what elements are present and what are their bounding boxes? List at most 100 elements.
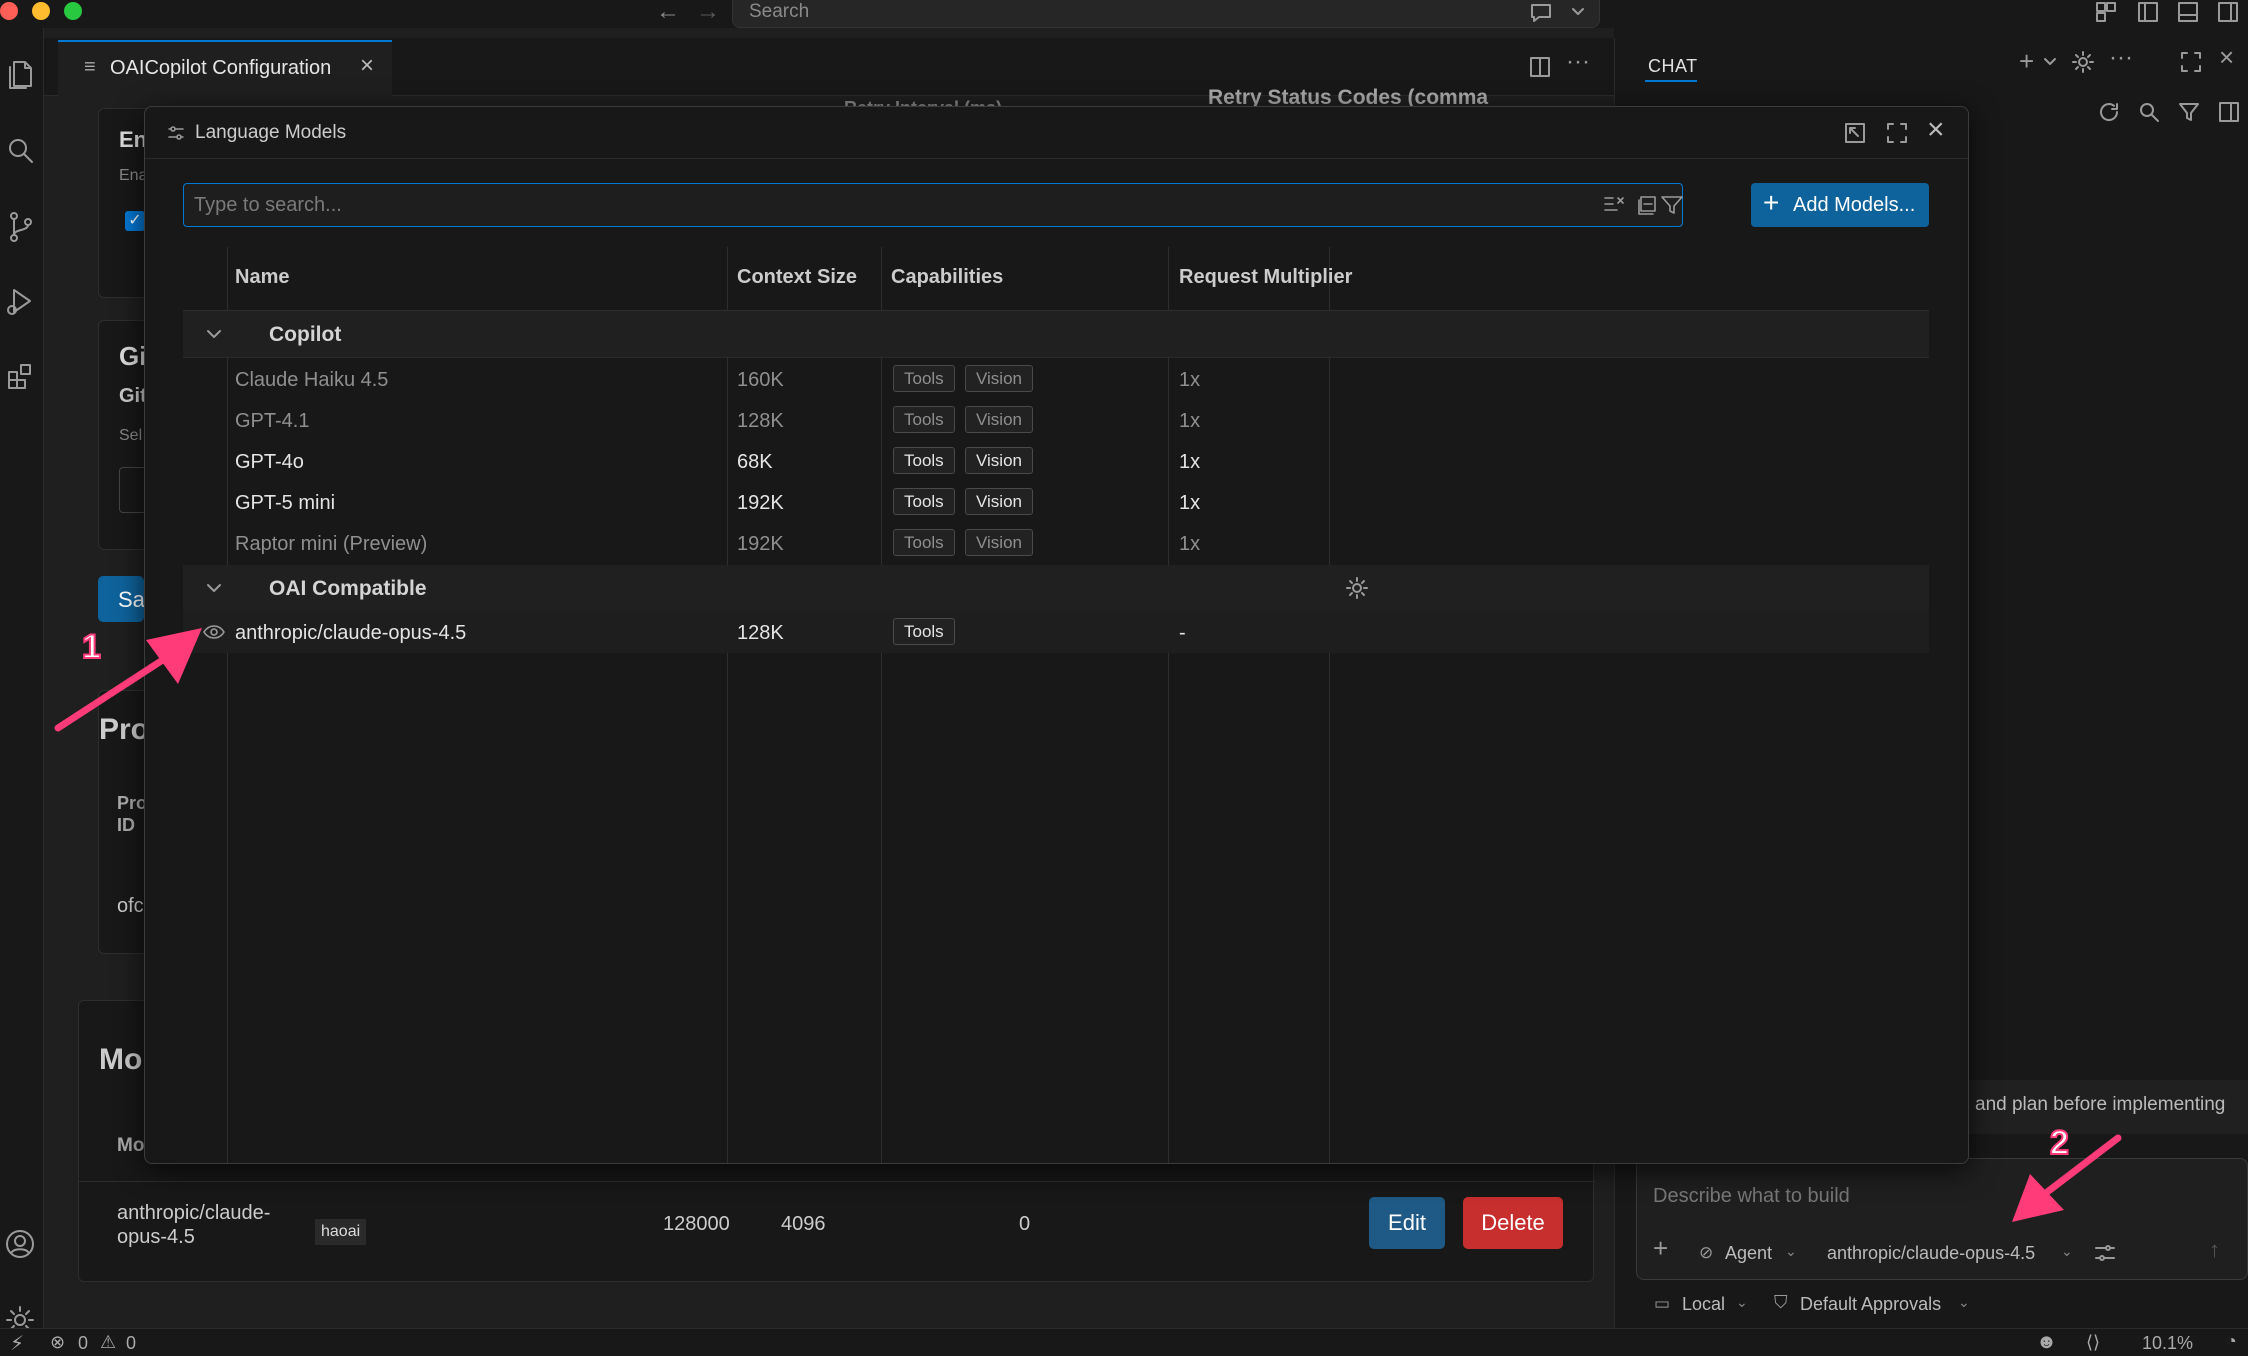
group-row-oai-compatible[interactable]: OAI Compatible <box>183 565 1929 611</box>
close-chat-icon[interactable]: × <box>2219 42 2234 73</box>
explorer-icon[interactable] <box>6 58 36 92</box>
chevron-down-icon[interactable] <box>1571 6 1585 18</box>
warnings-icon: ⚠ <box>100 1332 117 1352</box>
collapse-all-icon[interactable] <box>1636 194 1660 216</box>
value-cell: 0 <box>1019 1213 1031 1235</box>
model-search-input[interactable] <box>194 190 1574 220</box>
customize-layout-icon[interactable] <box>2094 0 2118 24</box>
monitor-icon: ▭ <box>1654 1294 1671 1313</box>
open-in-editor-icon[interactable] <box>1843 121 1867 145</box>
model-name: GPT-4o <box>235 451 304 473</box>
maximize-icon[interactable] <box>2179 50 2203 74</box>
search-icon[interactable] <box>2137 100 2161 124</box>
minimize-window-button[interactable] <box>32 2 50 20</box>
enable-checkbox[interactable]: ✓ <box>125 211 145 231</box>
close-dialog-icon[interactable]: × <box>1927 113 1945 147</box>
table-row[interactable]: anthropic/claude-opus-4.5 128K Tools - <box>183 611 1929 653</box>
card-heading-clip: En <box>119 127 148 152</box>
model-picker[interactable]: anthropic/claude-opus-4.5 <box>1827 1243 2035 1264</box>
new-chat-icon[interactable]: + <box>2019 46 2034 77</box>
add-models-label: Add Models... <box>1793 194 1916 216</box>
provider-col-clip: Pro <box>117 793 148 813</box>
toggle-view-icon[interactable] <box>2217 100 2241 124</box>
capability-badge: Tools <box>893 529 955 556</box>
table-row[interactable]: Raptor mini (Preview) 192K Tools Vision … <box>183 521 1929 563</box>
models-col-clip: Mo <box>117 1135 145 1156</box>
notifications-icon[interactable]: ◔ <box>2226 1331 2237 1352</box>
chat-settings-gear-icon[interactable] <box>2071 50 2095 74</box>
extensions-icon[interactable] <box>6 362 36 392</box>
errors-count[interactable]: 0 <box>78 1333 88 1354</box>
peek-header-retry-interval: Retry Interval (ms) <box>844 98 1002 106</box>
capability-badge: Tools <box>893 447 955 474</box>
tools-config-icon[interactable] <box>2093 1241 2117 1265</box>
chat-hint-text: and plan before implementing <box>1975 1094 2226 1115</box>
annotation-arrow-icon <box>2012 1134 2122 1222</box>
send-arrow-icon[interactable]: ↑ <box>2209 1237 2220 1263</box>
card-sub-clip: Git <box>119 385 147 407</box>
shield-icon: ⛉ <box>1774 1292 1788 1312</box>
more-actions-icon[interactable]: ··· <box>1566 48 1590 76</box>
chevron-down-icon[interactable] <box>205 328 223 340</box>
chevron-down-icon[interactable] <box>205 582 223 594</box>
close-tab-icon[interactable]: × <box>360 52 374 80</box>
back-arrow-icon[interactable]: ← <box>656 0 680 26</box>
toggle-sidebar-icon[interactable] <box>2136 0 2160 24</box>
edit-button[interactable]: Edit <box>1369 1197 1445 1249</box>
warnings-count[interactable]: 0 <box>126 1333 136 1354</box>
file-list-icon: ≡ <box>84 56 96 78</box>
card-desc-clip: Sel <box>119 427 143 444</box>
table-row[interactable]: GPT-4.1 128K Tools Vision 1x <box>183 398 1929 440</box>
annotation-arrow-icon <box>54 628 202 732</box>
group-row-copilot[interactable]: Copilot <box>183 311 1929 357</box>
approvals-picker[interactable]: Default Approvals <box>1800 1294 1941 1315</box>
toggle-secondary-sidebar-icon[interactable] <box>2216 0 2240 24</box>
filter-icon[interactable] <box>2177 100 2201 124</box>
filter-icon[interactable] <box>1660 194 1684 216</box>
model-context: 68K <box>737 451 773 473</box>
zoom-level[interactable]: 10.1% <box>2142 1333 2193 1354</box>
table-row[interactable]: GPT-4o 68K Tools Vision 1x <box>183 439 1929 481</box>
column-header-context[interactable]: Context Size <box>737 266 857 289</box>
models-table: Name Context Size Capabilities Request M… <box>183 247 1929 1163</box>
close-window-button[interactable] <box>0 2 18 20</box>
column-header-multiplier[interactable]: Request Multiplier <box>1179 266 1352 289</box>
split-editor-icon[interactable] <box>1528 56 1552 78</box>
chat-tab[interactable]: CHAT <box>1648 56 1698 77</box>
capability-badge: Vision <box>965 447 1033 474</box>
maximize-icon[interactable] <box>1885 121 1909 145</box>
chat-input-placeholder[interactable]: Describe what to build <box>1653 1185 1850 1208</box>
search-icon[interactable] <box>6 136 36 166</box>
provider-settings-gear-icon[interactable] <box>1345 576 1369 600</box>
card-heading-clip: Gi <box>119 341 147 371</box>
chat-bubble-icon[interactable] <box>1529 2 1555 24</box>
add-context-icon[interactable]: + <box>1653 1233 1668 1264</box>
remote-icon[interactable]: ⚡ <box>10 1331 24 1356</box>
delete-button[interactable]: Delete <box>1463 1197 1563 1249</box>
table-row[interactable]: Claude Haiku 4.5 160K Tools Vision 1x <box>183 357 1929 399</box>
capability-badge: Vision <box>965 406 1033 433</box>
clear-filter-icon[interactable] <box>1602 194 1626 216</box>
copilot-icon[interactable]: ☻ <box>2036 1331 2057 1354</box>
model-multiplier: 1x <box>1179 410 1201 432</box>
source-control-icon[interactable] <box>6 210 36 244</box>
column-header-capabilities[interactable]: Capabilities <box>891 266 1003 289</box>
command-center[interactable]: Search <box>732 0 1600 28</box>
add-models-button[interactable]: + Add Models... <box>1751 183 1929 227</box>
zoom-window-button[interactable] <box>64 2 82 20</box>
column-header-name[interactable]: Name <box>235 266 289 289</box>
agent-mode-picker[interactable]: Agent <box>1725 1243 1772 1264</box>
account-icon[interactable] <box>4 1228 36 1260</box>
dialog-header: Language Models × <box>145 107 1968 159</box>
toggle-panel-icon[interactable] <box>2176 0 2200 24</box>
forward-arrow-icon[interactable]: → <box>696 0 720 26</box>
location-picker[interactable]: Local <box>1682 1294 1725 1315</box>
refresh-icon[interactable] <box>2097 100 2121 124</box>
model-multiplier: 1x <box>1179 533 1201 555</box>
table-row[interactable]: GPT-5 mini 192K Tools Vision 1x <box>183 480 1929 522</box>
more-actions-icon[interactable]: ··· <box>2109 44 2133 72</box>
chevron-down-icon[interactable] <box>2043 56 2057 68</box>
run-debug-icon[interactable] <box>4 286 36 318</box>
tab-oaicopilot-configuration[interactable]: ≡ OAICopilot Configuration × <box>58 40 392 96</box>
chat-input-box: Describe what to build + ⊘ Agent ⌄ anthr… <box>1636 1158 2248 1280</box>
